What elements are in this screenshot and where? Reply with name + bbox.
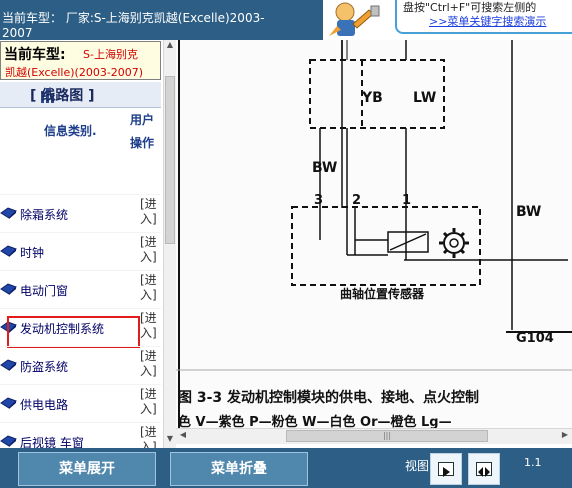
current-model-line1: 当前车型： 厂家:S-上海别克凯越(Excelle)2003-	[2, 11, 265, 25]
wire-label-yb: YB	[361, 90, 383, 106]
scroll-up-icon[interactable]: ▲	[165, 40, 175, 54]
view-split-button[interactable]	[468, 453, 500, 485]
menu-item[interactable]: 时钟 [进入]	[0, 232, 161, 269]
car-model-value-1: S-上海别克	[83, 48, 138, 61]
menu-item-enter-link[interactable]: [进入]	[140, 387, 160, 417]
book-icon	[0, 359, 17, 371]
menu-collapse-button[interactable]: 菜单折叠	[170, 452, 308, 486]
menu-item[interactable]: 电动门窗 [进入]	[0, 270, 161, 307]
menu-item-enter-link[interactable]: [进入]	[140, 235, 160, 265]
scroll-down-icon[interactable]: ▼	[165, 434, 175, 448]
wiring-diagram: YB LW BW BW 3 2 1 曲轴位置传感器 G104 图 3-3 发动机…	[176, 40, 572, 430]
menu-scrollbar[interactable]: ▲ ▼	[163, 40, 176, 448]
menu-item-label: 时钟	[20, 246, 45, 260]
selection-highlight	[7, 316, 140, 348]
book-icon	[0, 283, 17, 295]
scroll-left-icon[interactable]: ◀	[177, 430, 189, 442]
menu-item-label: 防盗系统	[20, 360, 69, 374]
view-right-icon	[438, 462, 454, 477]
car-model-value-2: 凯越(Excelle)(2003-2007)	[5, 66, 144, 79]
menu-item[interactable]: 除霜系统 [进入]	[0, 194, 161, 231]
menu-item-label: 供电电路	[20, 398, 69, 412]
diagram-section-title: [ 线路图 ]	[30, 88, 95, 104]
info-category-header: 信息类别.	[0, 108, 128, 154]
menu-panel: 当前车型: S-上海别克 凯越(Excelle)(2003-2007) [ 线路…	[0, 40, 163, 488]
wiring-diagram-view: YB LW BW BW 3 2 1 曲轴位置传感器 G104 图 3-3 发动机…	[176, 40, 572, 430]
menu-item-enter-link[interactable]: [进入]	[140, 349, 160, 379]
car-model-box: 当前车型: S-上海别克 凯越(Excelle)(2003-2007)	[0, 41, 161, 80]
view-right-button[interactable]	[430, 453, 462, 485]
menu-item-enter-link[interactable]: [进入]	[140, 197, 160, 227]
menu-item-label: 电动门窗	[20, 284, 69, 298]
book-icon	[0, 245, 17, 257]
search-demo-link[interactable]: >>菜单关键字搜索演示	[429, 13, 546, 29]
diagram-section-header: [ 线路图 ]	[0, 82, 161, 108]
page-indicator: 1.1	[524, 456, 542, 469]
user-action-label-b: 操作	[130, 136, 155, 150]
book-icon	[0, 207, 17, 219]
menu-item[interactable]: 供电电路 [进入]	[0, 384, 161, 421]
menu-item[interactable]: 发动机控制系统 [进入]	[0, 308, 161, 348]
mascot-icon	[329, 2, 380, 36]
book-icon	[0, 397, 17, 409]
menu-item-label: 除霜系统	[20, 208, 69, 222]
pin-label-1: 1	[402, 193, 411, 208]
info-category-label: 信息类别.	[44, 124, 97, 138]
search-hint-banner: 盘按"Ctrl+F"可搜索左侧的 >>菜单关键字搜索演示	[323, 0, 572, 40]
wire-label-bw-right: BW	[516, 204, 541, 220]
scroll-right-icon[interactable]: ▶	[559, 430, 571, 442]
car-model-label: 当前车型:	[4, 47, 66, 63]
wire-label-bw-left: BW	[312, 160, 337, 176]
app-window: 当前车型： 厂家:S-上海别克凯越(Excelle)2003- 2007 盘按"…	[0, 0, 572, 488]
user-action-label-a: 用户	[130, 113, 155, 127]
ground-label: G104	[516, 331, 554, 346]
menu-item-enter-link[interactable]: [进入]	[140, 273, 160, 303]
menu-item[interactable]: 防盗系统 [进入]	[0, 346, 161, 383]
diagram-scroll-thumb[interactable]: |||	[286, 430, 488, 442]
view-label: 视图	[405, 459, 430, 473]
menu-expand-button[interactable]: 菜单展开	[18, 452, 156, 486]
menu-item-enter-link[interactable]: [进入]	[140, 311, 160, 341]
wire-label-lw: LW	[413, 90, 436, 106]
menu-scroll-thumb[interactable]	[165, 76, 175, 244]
current-model-line2: 2007	[2, 26, 33, 40]
diagram-scrollbar[interactable]: ◀ ||| ▶	[176, 428, 572, 444]
pin-label-2: 2	[352, 193, 361, 208]
current-model-bar: 当前车型： 厂家:S-上海别克凯越(Excelle)2003- 2007	[0, 0, 323, 40]
bottom-toolbar: 菜单展开 菜单折叠 视图 1.1	[0, 448, 572, 488]
gear-icon	[439, 228, 469, 258]
view-split-icon	[476, 462, 492, 477]
pin-label-3: 3	[314, 193, 323, 208]
book-icon	[0, 435, 17, 447]
sensor-label: 曲轴位置传感器	[340, 286, 425, 301]
user-action-header: 用户 操作	[128, 108, 161, 154]
diagram-caption: 图 3-3 发动机控制模块的供电、接地、点火控制	[178, 389, 479, 406]
